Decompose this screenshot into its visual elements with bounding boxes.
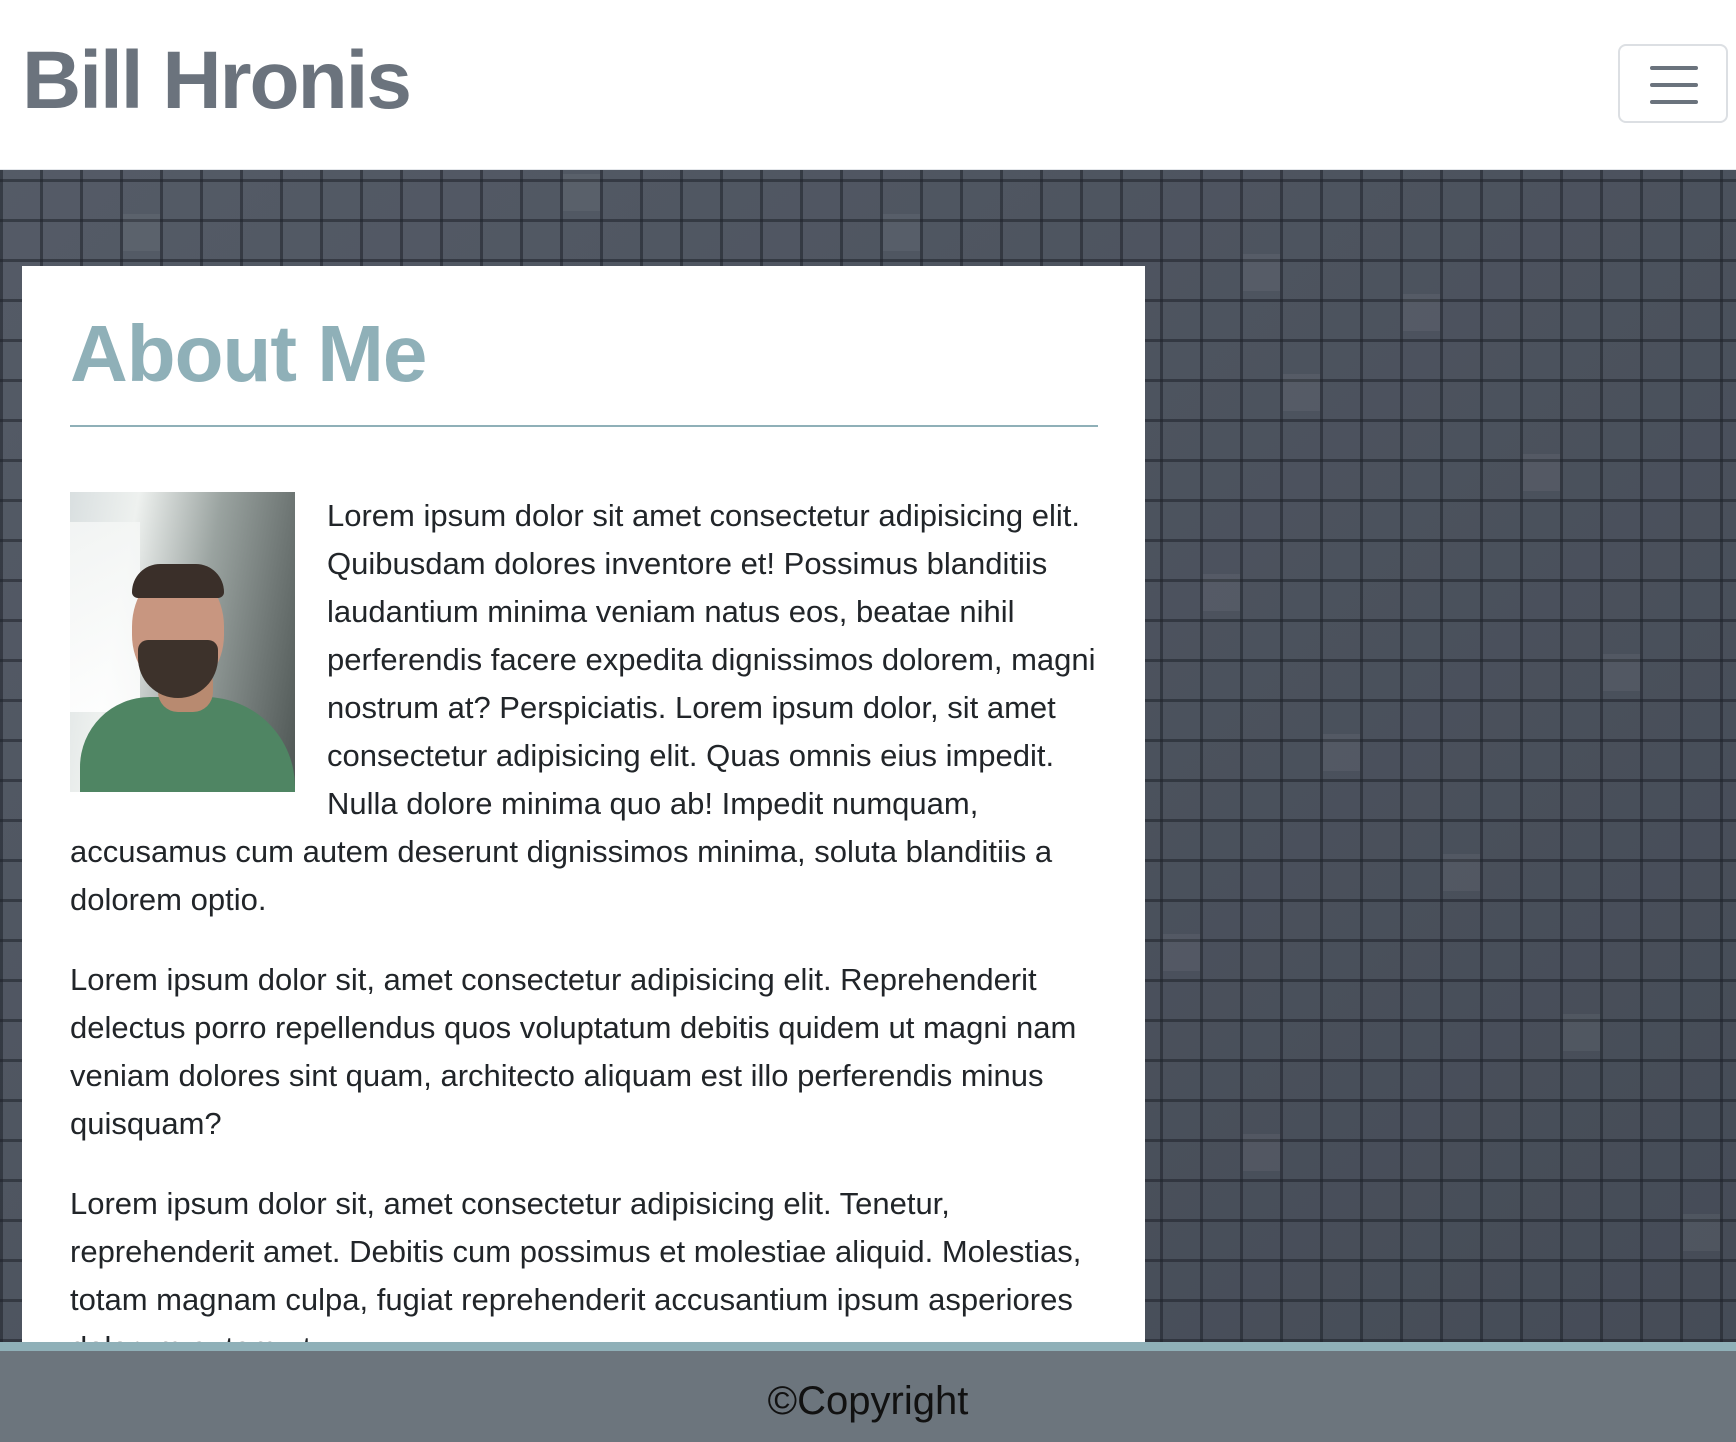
menu-icon (1650, 66, 1698, 104)
about-paragraph: Lorem ipsum dolor sit, amet consectetur … (70, 1186, 1082, 1342)
copyright-text: ©Copyright (767, 1379, 969, 1423)
about-content: Lorem ipsum dolor sit amet consectetur a… (70, 492, 1098, 1342)
navbar-toggler-button[interactable] (1618, 44, 1728, 123)
brand-link[interactable]: Bill Hronis (22, 35, 412, 126)
profile-photo (70, 492, 295, 792)
title-divider (70, 425, 1098, 427)
navbar: Bill Hronis (0, 0, 1736, 170)
footer: ©Copyright (0, 1342, 1736, 1442)
about-card: About Me Lorem ipsum dolor sit amet cons… (22, 266, 1145, 1342)
about-paragraph: Lorem ipsum dolor sit, amet consectetur … (70, 962, 1077, 1141)
page-title: About Me (70, 309, 427, 398)
